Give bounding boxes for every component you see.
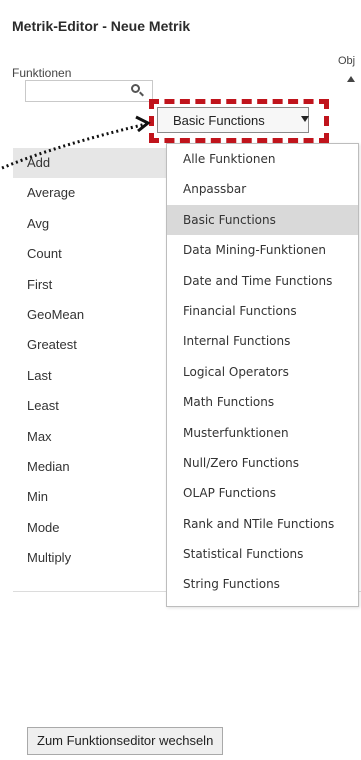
annotation-arrow-icon bbox=[1, 115, 151, 170]
switch-to-function-editor-button[interactable]: Zum Funktionseditor wechseln bbox=[27, 727, 224, 755]
